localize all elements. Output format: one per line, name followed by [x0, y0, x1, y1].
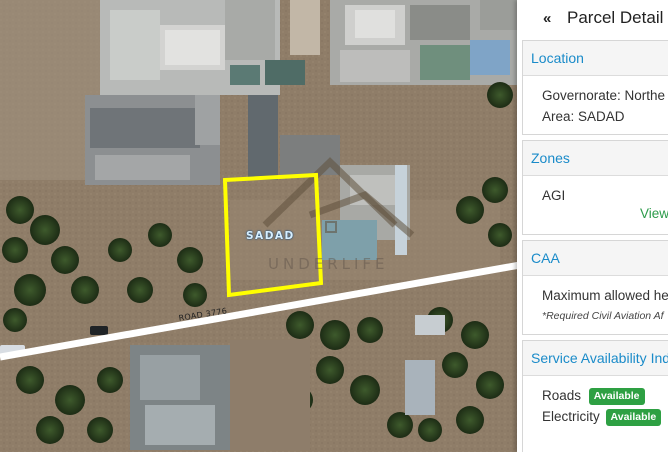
roads-row: Roads Available [542, 385, 668, 406]
map-view[interactable]: SADAD ROAD 3776 UNDERLIFE « Parcel Detai… [0, 0, 668, 452]
chevron-double-up-icon[interactable]: « [543, 11, 563, 26]
parcel-details-panel: « Parcel Detail Location Governorate: No… [517, 0, 668, 452]
watermark-text: UNDERLIFE [268, 255, 389, 273]
roads-label: Roads [542, 388, 582, 403]
services-heading[interactable]: Service Availability Ind [523, 341, 668, 376]
area-label: SADAD [246, 230, 295, 242]
zone-text: AGI [542, 188, 566, 203]
roads-status-badge: Available [588, 387, 645, 405]
car [90, 326, 108, 335]
caa-heading[interactable]: CAA [523, 241, 668, 276]
location-heading[interactable]: Location [523, 41, 668, 76]
panel-title: Parcel Detail [567, 8, 664, 27]
electricity-status-badge: Available [605, 408, 662, 426]
view-link[interactable]: View [640, 206, 668, 221]
zones-heading[interactable]: Zones [523, 141, 668, 176]
max-height-text: Maximum allowed he [542, 288, 668, 303]
zones-heading-label: Zones [531, 150, 570, 166]
location-heading-label: Location [531, 50, 584, 66]
electricity-label: Electricity [542, 409, 600, 424]
governorate-text: Governorate: Northe [542, 88, 666, 103]
electricity-row: Electricity Available [542, 406, 668, 427]
caa-heading-label: CAA [531, 250, 560, 266]
caa-note: *Required Civil Aviation Af [542, 310, 664, 322]
area-text: Area: SADAD [542, 109, 625, 124]
services-heading-label: Service Availability Ind [531, 350, 668, 366]
caa-section: CAA Maximum allowed he *Required Civil A… [522, 240, 668, 335]
location-section: Location Governorate: Northe Area: SADAD [522, 40, 668, 135]
services-section: Service Availability Ind Roads Available… [522, 340, 668, 452]
panel-header[interactable]: « Parcel Detail [517, 0, 668, 36]
